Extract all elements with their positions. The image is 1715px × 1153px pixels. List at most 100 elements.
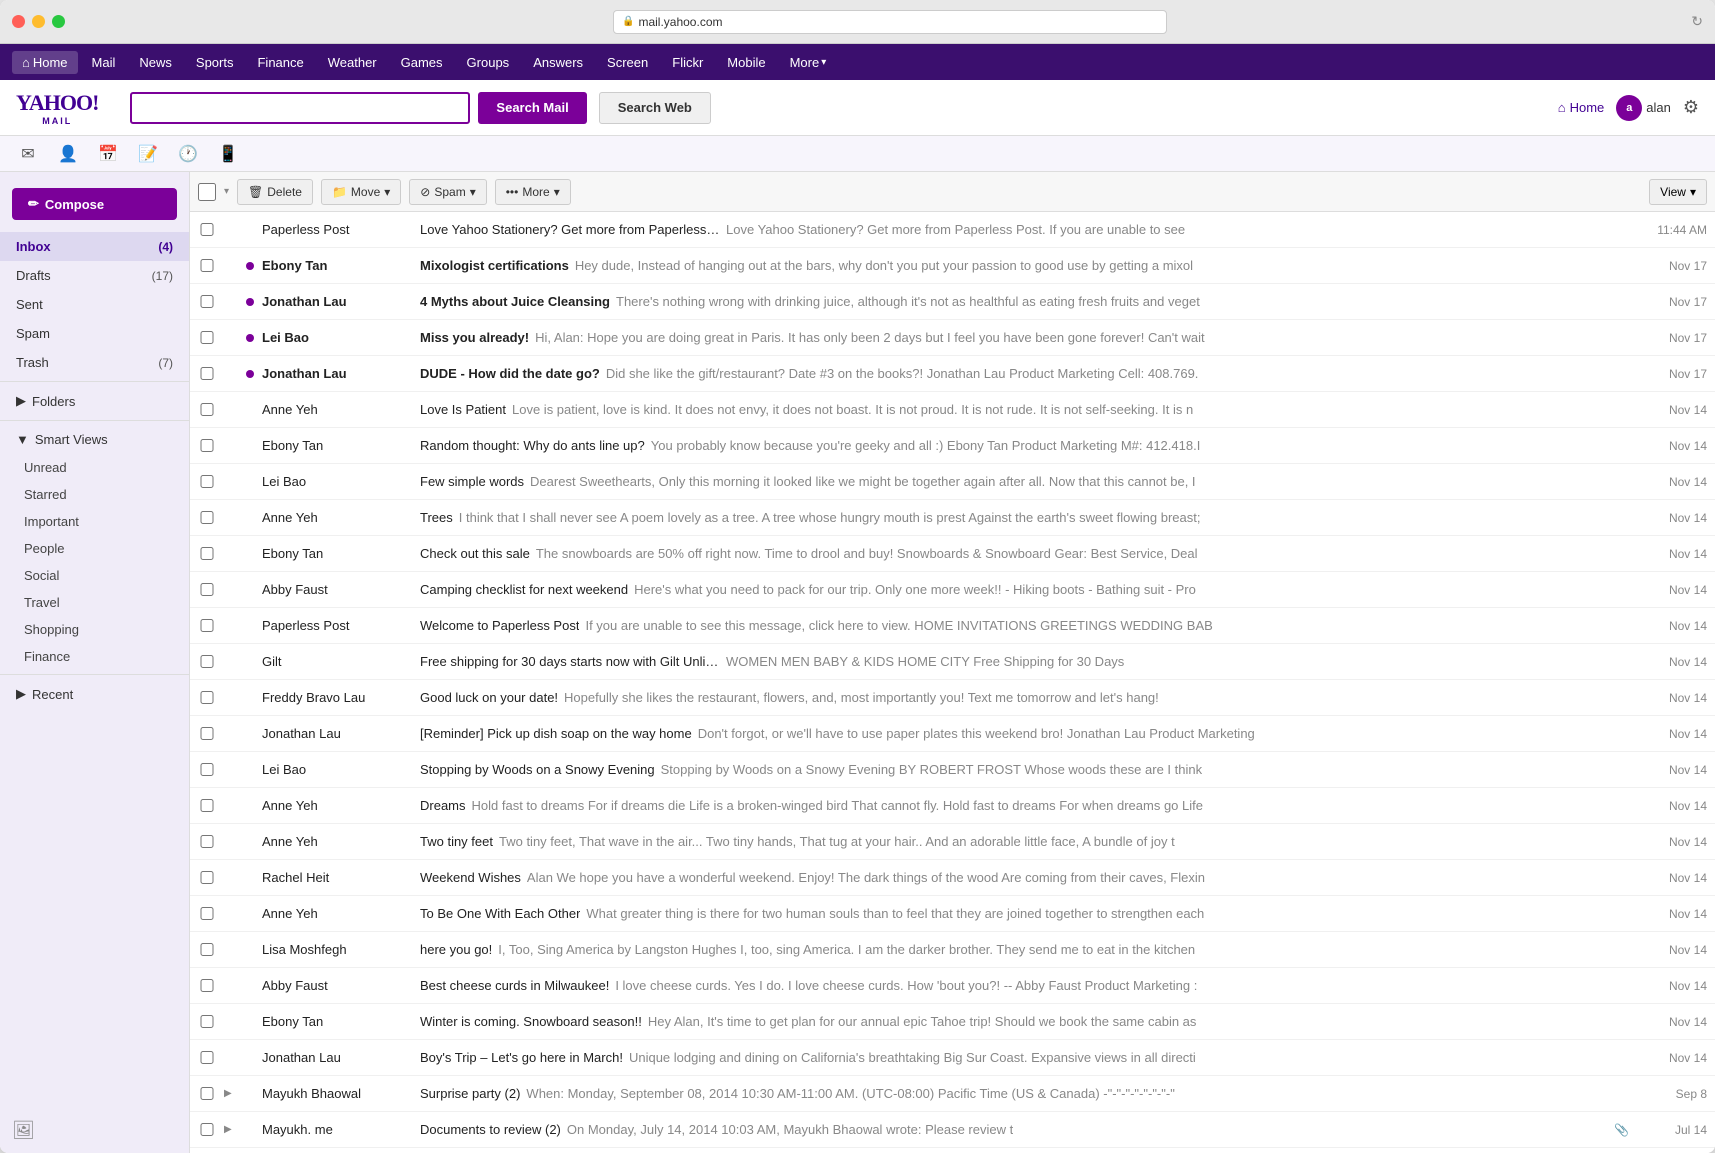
email-row[interactable]: Lei Bao Few simple words Dearest Sweethe… <box>190 464 1715 500</box>
sidebar-recent[interactable]: ▶ Recent <box>0 679 189 709</box>
calendar-icon-btn[interactable]: 📅 <box>96 142 120 166</box>
row-checkbox[interactable] <box>198 475 216 488</box>
nav-sports[interactable]: Sports <box>186 51 244 74</box>
row-checkbox[interactable] <box>198 1015 216 1028</box>
nav-mail[interactable]: Mail <box>82 51 126 74</box>
sidebar-item-inbox[interactable]: Inbox (4) <box>0 232 189 261</box>
email-row[interactable]: Anne Yeh To Be One With Each Other What … <box>190 896 1715 932</box>
nav-groups[interactable]: Groups <box>457 51 520 74</box>
row-checkbox[interactable] <box>198 763 216 776</box>
nav-news[interactable]: News <box>129 51 182 74</box>
sidebar-item-unread[interactable]: Unread <box>0 454 189 481</box>
sidebar-item-travel[interactable]: Travel <box>0 589 189 616</box>
nav-screen[interactable]: Screen <box>597 51 658 74</box>
email-row[interactable]: ▶ Mayukh. me Documents to review (2) On … <box>190 1112 1715 1148</box>
close-button[interactable] <box>12 15 25 28</box>
row-checkbox[interactable] <box>198 583 216 596</box>
url-bar[interactable]: 🔒 mail.yahoo.com <box>613 10 1167 34</box>
nav-flickr[interactable]: Flickr <box>662 51 713 74</box>
row-checkbox[interactable] <box>198 691 216 704</box>
nav-games[interactable]: Games <box>391 51 453 74</box>
sidebar-item-finance[interactable]: Finance <box>0 643 189 670</box>
email-row[interactable]: ▶ Mayukh Bhaowal Surprise party (2) When… <box>190 1076 1715 1112</box>
email-row[interactable]: Ebony Tan Mixologist certifications Hey … <box>190 248 1715 284</box>
minimize-button[interactable] <box>32 15 45 28</box>
email-row[interactable]: Ebony Tan Check out this sale The snowbo… <box>190 536 1715 572</box>
row-checkbox[interactable] <box>198 835 216 848</box>
email-row[interactable]: Paperless Post Love Yahoo Stationery? Ge… <box>190 212 1715 248</box>
reload-button[interactable]: ↻ <box>1691 13 1703 30</box>
delete-button[interactable]: 🗑 Delete <box>237 179 313 205</box>
sidebar-bottom-icon[interactable]: 🖼 <box>12 1120 35 1141</box>
sidebar-item-spam[interactable]: Spam <box>0 319 189 348</box>
email-row[interactable]: Anne Yeh Two tiny feet Two tiny feet, Th… <box>190 824 1715 860</box>
view-button[interactable]: View ▾ <box>1649 179 1707 205</box>
email-row[interactable]: Abby Faust Best cheese curds in Milwauke… <box>190 968 1715 1004</box>
nav-mobile[interactable]: Mobile <box>717 51 775 74</box>
email-row[interactable]: Jonathan Lau 4 Myths about Juice Cleansi… <box>190 284 1715 320</box>
contacts-icon-btn[interactable]: 👤 <box>56 142 80 166</box>
nav-home[interactable]: ⌂ Home <box>12 51 78 74</box>
row-checkbox[interactable] <box>198 1087 216 1100</box>
notepad-icon-btn[interactable]: 📝 <box>136 142 160 166</box>
row-checkbox[interactable] <box>198 259 216 272</box>
mail-icon-btn[interactable]: ✉ <box>16 142 40 166</box>
nav-more[interactable]: More <box>780 51 837 74</box>
select-dropdown-arrow[interactable]: ▾ <box>224 186 229 197</box>
sidebar-smart-views[interactable]: ▼ Smart Views <box>0 425 189 454</box>
email-row[interactable]: Jonathan Lau Boy's Trip – Let's go here … <box>190 1040 1715 1076</box>
row-checkbox[interactable] <box>198 439 216 452</box>
sidebar-item-people[interactable]: People <box>0 535 189 562</box>
email-row[interactable]: Rachel Heit Weekend Wishes Alan We hope … <box>190 860 1715 896</box>
search-input[interactable] <box>130 92 470 124</box>
row-checkbox[interactable] <box>198 979 216 992</box>
search-mail-button[interactable]: Search Mail <box>478 92 586 124</box>
row-checkbox[interactable] <box>198 907 216 920</box>
email-row[interactable]: Abby Faust Camping checklist for next we… <box>190 572 1715 608</box>
move-button[interactable]: 📁 Move ▾ <box>321 179 401 205</box>
sidebar-item-starred[interactable]: Starred <box>0 481 189 508</box>
sidebar-folders[interactable]: ▶ Folders <box>0 386 189 416</box>
email-row[interactable]: Lisa Moshfegh here you go! I, Too, Sing … <box>190 932 1715 968</box>
nav-answers[interactable]: Answers <box>523 51 593 74</box>
row-checkbox[interactable] <box>198 727 216 740</box>
nav-finance[interactable]: Finance <box>247 51 313 74</box>
email-row[interactable]: Anne Yeh Trees I think that I shall neve… <box>190 500 1715 536</box>
row-checkbox[interactable] <box>198 331 216 344</box>
maximize-button[interactable] <box>52 15 65 28</box>
email-row[interactable]: Paperless Post Welcome to Paperless Post… <box>190 608 1715 644</box>
topright-home-link[interactable]: ⌂ Home <box>1558 100 1605 115</box>
clock-icon-btn[interactable]: 🕐 <box>176 142 200 166</box>
row-checkbox[interactable] <box>198 367 216 380</box>
topright-user[interactable]: a alan <box>1616 95 1671 121</box>
row-checkbox[interactable] <box>198 871 216 884</box>
email-row[interactable]: Anne Yeh Love Is Patient Love is patient… <box>190 392 1715 428</box>
search-web-button[interactable]: Search Web <box>599 92 711 124</box>
email-row[interactable]: Jonathan Lau DUDE - How did the date go?… <box>190 356 1715 392</box>
row-checkbox[interactable] <box>198 799 216 812</box>
settings-gear-icon[interactable]: ⚙ <box>1683 97 1699 118</box>
mobile-icon-btn[interactable]: 📱 <box>216 142 240 166</box>
email-row[interactable]: Anne Yeh Dreams Hold fast to dreams For … <box>190 788 1715 824</box>
row-checkbox[interactable] <box>198 223 216 236</box>
row-checkbox[interactable] <box>198 511 216 524</box>
sidebar-item-social[interactable]: Social <box>0 562 189 589</box>
row-checkbox[interactable] <box>198 295 216 308</box>
email-row[interactable]: Lei Bao Miss you already! Hi, Alan: Hope… <box>190 320 1715 356</box>
row-checkbox[interactable] <box>198 655 216 668</box>
spam-button[interactable]: ⊘ Spam ▾ <box>409 179 486 205</box>
nav-weather[interactable]: Weather <box>318 51 387 74</box>
row-checkbox[interactable] <box>198 1123 216 1136</box>
email-row[interactable]: Jonathan Lau [Reminder] Pick up dish soa… <box>190 716 1715 752</box>
email-row[interactable]: Freddy Bravo Lau Good luck on your date!… <box>190 680 1715 716</box>
email-row[interactable]: Ebony Tan Winter is coming. Snowboard se… <box>190 1004 1715 1040</box>
row-checkbox[interactable] <box>198 619 216 632</box>
sidebar-item-trash[interactable]: Trash (7) <box>0 348 189 377</box>
select-all-checkbox[interactable] <box>198 183 216 201</box>
email-row[interactable]: Ebony Tan Random thought: Why do ants li… <box>190 428 1715 464</box>
sidebar-item-shopping[interactable]: Shopping <box>0 616 189 643</box>
compose-button[interactable]: ✏ Compose <box>12 188 177 220</box>
row-checkbox[interactable] <box>198 1051 216 1064</box>
row-checkbox[interactable] <box>198 547 216 560</box>
sidebar-item-drafts[interactable]: Drafts (17) <box>0 261 189 290</box>
